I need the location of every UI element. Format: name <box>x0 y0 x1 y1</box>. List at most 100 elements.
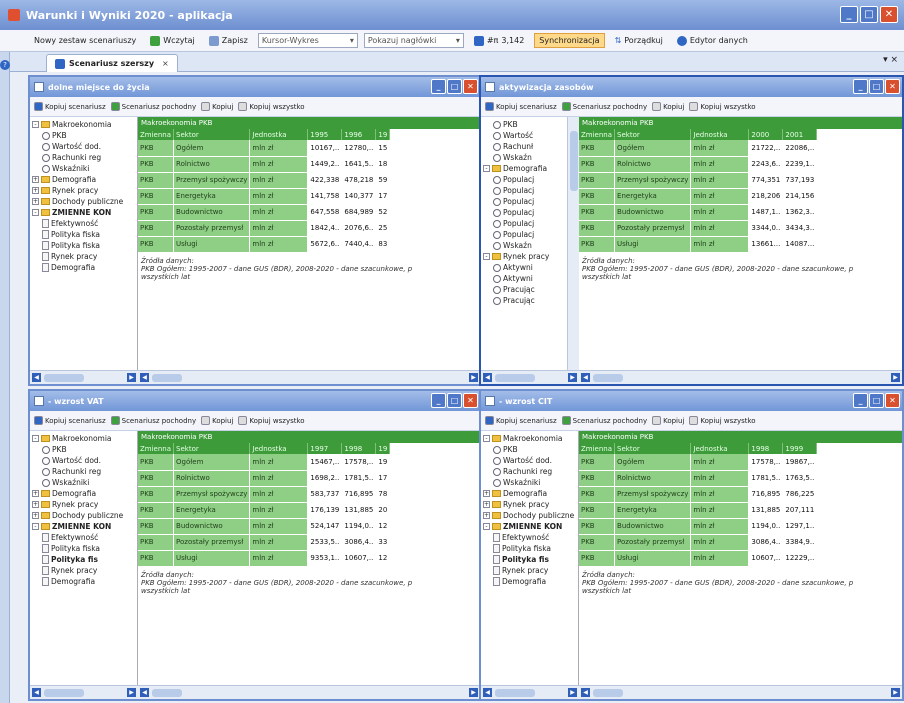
column-header[interactable]: Sektor <box>614 129 692 140</box>
tree-node[interactable]: Rachunki reg <box>32 466 137 477</box>
grid-scroll[interactable]: ◀ ▶ <box>579 686 902 699</box>
cell-value[interactable]: 141,758 <box>307 188 343 205</box>
table-row[interactable]: PKB Usługi mln zł 5672,6.. 7440,4.. 83 <box>138 236 391 253</box>
copy-all-button[interactable]: Kopiuj wszystko <box>238 416 305 425</box>
table-row[interactable]: PKB Budownictwo mln zł 647,558 684,989 52 <box>138 204 391 221</box>
tree-node[interactable]: - ZMIENNE KON <box>32 521 137 532</box>
tree-node[interactable]: Wskaźniki <box>483 477 578 488</box>
scroll-thumb[interactable] <box>495 374 535 382</box>
scenario-window[interactable]: - wzrost VAT _ □ ✕ Kopiuj scenariusz Scenariu… <box>28 389 482 701</box>
copy-button[interactable]: Kopiuj <box>201 416 233 425</box>
tree-expander-icon[interactable]: + <box>483 490 490 497</box>
tree-node[interactable]: - Makroekonomia <box>32 119 137 130</box>
cell-value[interactable]: 20 <box>375 502 391 519</box>
tree-node[interactable]: Polityka fis <box>32 554 137 565</box>
cell-value[interactable]: 1297,1.. <box>782 518 818 535</box>
arrange-button[interactable]: ⇅ Porządkuj <box>611 34 667 47</box>
tree-node[interactable]: + Rynek pracy <box>32 499 137 510</box>
tree-node[interactable]: - ZMIENNE KON <box>32 207 137 218</box>
panel-minimize-button[interactable]: _ <box>853 393 868 408</box>
cell-value[interactable]: 17578,.. <box>341 454 377 471</box>
tab-scenariusz[interactable]: Scenariusz szerszy × <box>46 54 178 72</box>
cell-value[interactable]: 422,338 <box>307 172 343 189</box>
minimize-button[interactable]: _ <box>840 6 858 23</box>
derived-scenario-button[interactable]: Scenariusz pochodny <box>110 416 196 425</box>
tree-scroll[interactable]: ◀ ▶ <box>481 371 579 384</box>
pin-close-icon[interactable]: ▾ × <box>883 55 898 65</box>
column-header[interactable]: Jednostka <box>249 443 309 454</box>
tree-node[interactable]: + Rynek pracy <box>483 499 578 510</box>
tree-node[interactable]: Aktywni <box>483 262 578 273</box>
tree-node[interactable]: Rachunki reg <box>483 466 578 477</box>
table-row[interactable]: PKB Przemysł spożywczy mln zł 583,737 716,89… <box>138 486 391 503</box>
cell-value[interactable]: 737,193 <box>782 172 818 189</box>
scroll-left-icon[interactable]: ◀ <box>483 373 492 382</box>
cell-value[interactable]: 5672,6.. <box>307 236 343 253</box>
cell-value[interactable]: 3086,4.. <box>748 534 784 551</box>
column-header[interactable]: Zmienna <box>138 129 175 140</box>
scroll-right-icon[interactable]: ▶ <box>469 373 478 382</box>
tree-node[interactable]: Wskaźn <box>483 240 578 251</box>
scroll-thumb[interactable] <box>44 374 84 382</box>
column-header[interactable]: Sektor <box>173 443 251 454</box>
scenario-window[interactable]: - wzrost CIT _ □ ✕ Kopiuj scenariusz Scenariu… <box>479 389 904 701</box>
cell-value[interactable]: 140,377 <box>341 188 377 205</box>
tree-node[interactable]: Populacj <box>483 185 578 196</box>
sync-button[interactable]: Synchronizacja <box>534 33 605 48</box>
tree-node[interactable]: - ZMIENNE KON <box>483 521 578 532</box>
scroll-left-icon[interactable]: ◀ <box>32 688 41 697</box>
cell-value[interactable]: 1781,5.. <box>748 470 784 487</box>
horizontal-scrollbar[interactable]: ◀ ▶ ◀ ▶ <box>481 685 902 699</box>
save-button[interactable]: Zapisz <box>205 34 252 48</box>
tree-expander-icon[interactable]: + <box>32 187 39 194</box>
cell-value[interactable]: 19 <box>375 454 391 471</box>
cell-value[interactable]: 17 <box>375 470 391 487</box>
cell-value[interactable]: 2076,6.. <box>341 220 377 237</box>
cell-value[interactable]: 1194,0.. <box>748 518 784 535</box>
table-row[interactable]: PKB Pozostały przemysł mln zł 3344,0.. 3434,… <box>579 220 818 237</box>
maximize-button[interactable]: □ <box>860 6 878 23</box>
derived-scenario-button[interactable]: Scenariusz pochodny <box>561 416 647 425</box>
column-header[interactable]: Zmienna <box>138 443 175 454</box>
cell-value[interactable]: 12 <box>375 550 391 567</box>
tree-node[interactable]: Pracując <box>483 284 578 295</box>
cell-value[interactable]: 78 <box>375 486 391 503</box>
cell-value[interactable]: 10607,.. <box>341 550 377 567</box>
cell-value[interactable]: 1781,5.. <box>341 470 377 487</box>
cell-value[interactable]: 1842,4.. <box>307 220 343 237</box>
tree-node[interactable]: Polityka fiska <box>32 240 137 251</box>
cell-value[interactable]: 716,895 <box>341 486 377 503</box>
cell-value[interactable]: 14087... <box>782 236 818 253</box>
tree-node[interactable]: Populacj <box>483 218 578 229</box>
column-header-year[interactable]: 2001 <box>782 129 818 140</box>
cell-value[interactable]: 218,206 <box>748 188 784 205</box>
column-header[interactable]: Jednostka <box>249 129 309 140</box>
table-row[interactable]: PKB Energetyka mln zł 131,885 207,111 <box>579 502 818 519</box>
tree-node[interactable]: Demografia <box>32 262 137 273</box>
scroll-right-icon[interactable]: ▶ <box>127 373 136 382</box>
column-header-year[interactable]: 1995 <box>307 129 343 140</box>
copy-scenario-button[interactable]: Kopiuj scenariusz <box>485 416 557 425</box>
table-row[interactable]: PKB Rolnictwo mln zł 1698,2.. 1781,5.. 17 <box>138 470 391 487</box>
cell-value[interactable]: 15 <box>375 140 391 157</box>
column-header-year[interactable]: 1996 <box>341 129 377 140</box>
import-button[interactable]: Wczytaj <box>146 34 199 48</box>
scroll-left-icon[interactable]: ◀ <box>581 688 590 697</box>
column-header[interactable]: Sektor <box>173 129 251 140</box>
cursor-mode-select[interactable]: Kursor-Wykres ▾ <box>257 33 358 48</box>
column-header-year[interactable]: 1998 <box>748 443 784 454</box>
tree-node[interactable]: Polityka fiska <box>483 543 578 554</box>
new-scenario-button[interactable]: Nowy zestaw scenariuszy <box>30 34 140 47</box>
cell-value[interactable]: 10167,.. <box>307 140 343 157</box>
tree-node[interactable]: Demografia <box>483 576 578 587</box>
tree-node[interactable]: Wskaźniki <box>32 163 137 174</box>
data-editor-button[interactable]: Edytor danych <box>673 34 752 48</box>
tree-node[interactable]: Demografia <box>32 576 137 587</box>
table-row[interactable]: PKB Ogółem mln zł 10167,.. 12780,.. 15 <box>138 140 391 157</box>
column-header[interactable]: Jednostka <box>690 443 750 454</box>
grid-scroll[interactable]: ◀ ▶ <box>579 371 902 384</box>
cell-value[interactable]: 12 <box>375 518 391 535</box>
cell-value[interactable]: 3086,4.. <box>341 534 377 551</box>
vertical-scrollbar[interactable] <box>567 117 579 370</box>
tree-node[interactable]: Wartość dod. <box>32 141 137 152</box>
